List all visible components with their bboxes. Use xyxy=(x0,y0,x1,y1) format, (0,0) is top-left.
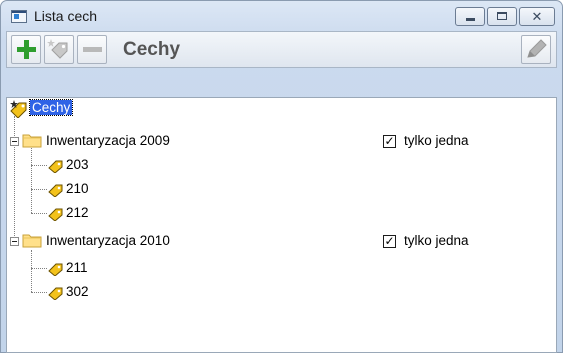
only-one-checkbox-2010[interactable]: ✓ xyxy=(383,235,396,248)
remove-button[interactable] xyxy=(77,35,107,64)
maximize-icon xyxy=(497,12,507,20)
window: Lista cech ✕ Cechy Cechy Inwentaryzacja … xyxy=(0,0,563,353)
folder-icon xyxy=(22,134,42,148)
toolbar: Cechy xyxy=(6,31,557,68)
tree-item[interactable]: 302 xyxy=(66,284,89,299)
tree-view[interactable]: Cechy Inwentaryzacja 2009 ✓ tylko jedna … xyxy=(6,97,557,353)
collapse-toggle-group-2010[interactable] xyxy=(10,237,19,246)
tag-icon xyxy=(48,263,63,276)
pencil-icon xyxy=(527,39,547,58)
edit-button[interactable] xyxy=(521,35,551,64)
folder-icon xyxy=(22,234,42,248)
tree-item[interactable]: 212 xyxy=(66,205,89,220)
tag-icon xyxy=(48,160,63,173)
collapse-toggle-group-2009[interactable] xyxy=(10,137,19,146)
title-bar[interactable]: Lista cech ✕ xyxy=(1,1,562,31)
tree-item[interactable]: 211 xyxy=(66,260,88,275)
minus-icon xyxy=(83,47,102,52)
only-one-checkbox-2009[interactable]: ✓ xyxy=(383,135,396,148)
checkmark-icon: ✓ xyxy=(384,134,395,148)
tree-group-label[interactable]: Inwentaryzacja 2010 xyxy=(46,233,170,248)
tree-item[interactable]: 203 xyxy=(66,157,89,172)
only-one-label: tylko jedna xyxy=(404,233,469,248)
maximize-button[interactable] xyxy=(487,7,517,26)
minimize-icon xyxy=(466,18,475,21)
tree-item[interactable]: 210 xyxy=(66,181,89,196)
tag-icon xyxy=(48,184,63,197)
tag-root-icon xyxy=(10,100,27,118)
tag-star-icon xyxy=(47,39,68,59)
close-button[interactable]: ✕ xyxy=(519,7,555,26)
only-one-label: tylko jedna xyxy=(404,133,469,148)
window-icon xyxy=(11,10,27,23)
tag-icon xyxy=(48,208,63,221)
checkmark-icon: ✓ xyxy=(384,234,395,248)
add-button[interactable] xyxy=(11,35,41,64)
window-title: Lista cech xyxy=(34,8,98,24)
minimize-button[interactable] xyxy=(455,7,485,26)
close-icon: ✕ xyxy=(531,9,543,24)
add-tag-button[interactable] xyxy=(44,35,74,64)
toolbar-title: Cechy xyxy=(123,39,181,60)
tag-icon xyxy=(48,287,63,300)
tree-root-cechy[interactable]: Cechy xyxy=(28,99,74,116)
tree-group-label[interactable]: Inwentaryzacja 2009 xyxy=(46,133,170,148)
